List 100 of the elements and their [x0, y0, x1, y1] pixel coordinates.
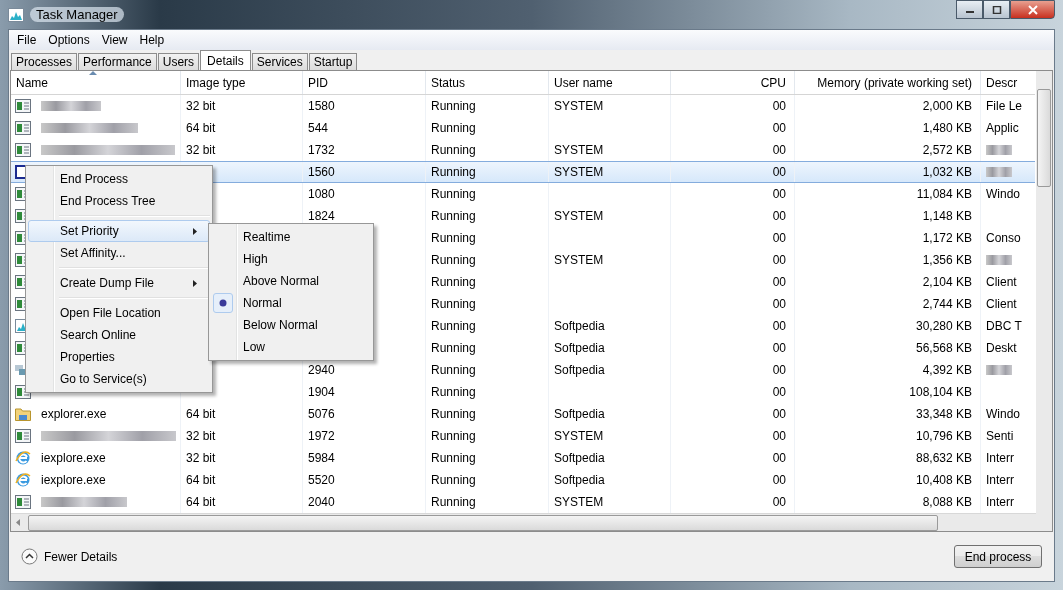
table-cell: 64 bit [186, 121, 216, 135]
tab[interactable]: Startup [308, 53, 358, 70]
table-cell: 00 [772, 275, 786, 289]
tab[interactable]: Services [251, 53, 308, 70]
table-cell: 2040 [308, 495, 335, 509]
tab[interactable]: Performance [78, 53, 157, 70]
menu-item[interactable]: Properties [28, 346, 210, 368]
globe-e-icon [15, 472, 31, 488]
table-row[interactable]: iexplore.exe 64 bit 5520 Running Softpedia 00 10,408 KB Interr [11, 469, 1035, 491]
menu-item[interactable]: View [95, 33, 134, 47]
table-cell: Running [431, 275, 476, 289]
table-cell: SYSTEM [554, 495, 604, 509]
column-header[interactable]: CPU [671, 71, 795, 94]
table-cell: 10,796 KB [915, 429, 972, 443]
menu-item[interactable]: Normal [211, 292, 371, 314]
column-header[interactable]: Name [11, 71, 181, 94]
table-row[interactable]: 32 bit 1972 Running SYSTEM 00 10,796 KB Senti [11, 425, 1035, 447]
table-cell: Interr [986, 473, 1014, 487]
menu-item[interactable]: Search Online [28, 324, 210, 346]
scroll-left-icon[interactable] [16, 519, 20, 526]
menu-item[interactable]: Low [211, 336, 371, 358]
table-cell: 1580 [308, 99, 335, 113]
table-cell: 00 [772, 385, 786, 399]
menu-item[interactable]: Help [133, 33, 171, 47]
table-cell: 00 [772, 407, 786, 421]
table-cell: 33,348 KB [915, 407, 972, 421]
column-header[interactable]: Status [426, 71, 549, 94]
table-cell: 00 [772, 209, 786, 223]
table-row[interactable]: 64 bit 544 Running 00 1,480 KB Applic [11, 117, 1035, 139]
table-cell: Windo [986, 187, 1020, 201]
table-cell: 2,104 KB [922, 275, 972, 289]
menu-item[interactable]: Options [42, 33, 96, 47]
table-cell: Running [431, 473, 476, 487]
table-cell: Softpedia [554, 319, 605, 333]
column-header[interactable]: PID [303, 71, 426, 94]
column-header[interactable]: Image type [181, 71, 303, 94]
menu-item[interactable]: Create Dump File [28, 272, 210, 294]
tab[interactable]: Users [157, 53, 200, 70]
table-cell: 1560 [308, 165, 335, 179]
table-cell: Client [986, 297, 1017, 311]
table-cell: Running [431, 121, 476, 135]
table-cell: 00 [772, 253, 786, 267]
menu-item[interactable]: High [211, 248, 371, 270]
table-cell: 5076 [308, 407, 335, 421]
table-cell: explorer.exe [41, 407, 107, 421]
maximize-button[interactable] [983, 0, 1010, 19]
table-row[interactable]: iexplore.exe 32 bit 5984 Running Softpedia 00 88,632 KB Interr [11, 447, 1035, 469]
tab[interactable]: Processes [11, 53, 78, 70]
maximize-icon [991, 5, 1002, 14]
table-cell: 1,172 KB [922, 231, 972, 245]
table-cell: 00 [772, 495, 786, 509]
table-cell: 32 bit [186, 451, 216, 465]
table-cell: Running [431, 429, 476, 443]
menu-item[interactable]: Above Normal [211, 270, 371, 292]
fewer-details-toggle[interactable]: Fewer Details [21, 548, 118, 565]
table-row[interactable]: 32 bit 1580 Running SYSTEM 00 2,000 KB File Le [11, 95, 1035, 117]
vertical-scrollbar[interactable] [1036, 71, 1052, 531]
table-cell: Running [431, 187, 476, 201]
table-cell: iexplore.exe [41, 451, 106, 465]
table-cell: SYSTEM [554, 165, 604, 179]
table-cell: 1972 [308, 429, 335, 443]
table-cell: 56,568 KB [915, 341, 972, 355]
close-button[interactable] [1010, 0, 1055, 19]
app-window-icon [15, 121, 31, 135]
table-cell: 00 [772, 319, 786, 333]
app-window-icon [15, 495, 31, 509]
menu-item[interactable]: Open File Location [28, 302, 210, 324]
submenu-arrow-icon [193, 279, 197, 287]
scrollbar-thumb[interactable] [28, 514, 938, 531]
end-process-button[interactable]: End process [954, 545, 1042, 568]
menu-item[interactable]: File [11, 33, 43, 47]
tab[interactable]: Details [200, 50, 251, 70]
table-cell: Deskt [986, 341, 1017, 355]
table-cell: 1,032 KB [922, 165, 972, 179]
table-cell: 4,392 KB [922, 363, 972, 377]
table-cell: 5520 [308, 473, 335, 487]
app-window-icon [15, 99, 31, 113]
table-cell: Windo [986, 407, 1020, 421]
table-cell: SYSTEM [554, 99, 604, 113]
menu-item[interactable]: Set Affinity... [28, 242, 210, 264]
horizontal-scrollbar[interactable] [11, 513, 1036, 531]
table-cell: Running [431, 319, 476, 333]
menu-item[interactable]: Set Priority [28, 220, 210, 242]
column-header[interactable]: Memory (private working set) [795, 71, 981, 94]
scrollbar-thumb[interactable] [1037, 89, 1051, 187]
table-cell: 00 [772, 297, 786, 311]
table-cell: Running [431, 341, 476, 355]
table-cell: Senti [986, 429, 1014, 443]
table-cell: Running [431, 451, 476, 465]
column-header[interactable]: User name [549, 71, 671, 94]
menu-item[interactable]: Below Normal [211, 314, 371, 336]
menu-item[interactable]: Go to Service(s) [28, 368, 210, 390]
menu-item[interactable]: Realtime [211, 226, 371, 248]
window-title: Task Manager [30, 7, 124, 22]
minimize-button[interactable] [956, 0, 983, 19]
menu-item[interactable]: End Process Tree [28, 190, 210, 212]
table-row[interactable]: explorer.exe 64 bit 5076 Running Softpedia 00 33,348 KB Windo [11, 403, 1035, 425]
column-header[interactable]: Descr [981, 71, 1035, 94]
table-cell: File Le [986, 99, 1023, 113]
table-cell: Running [431, 363, 476, 377]
